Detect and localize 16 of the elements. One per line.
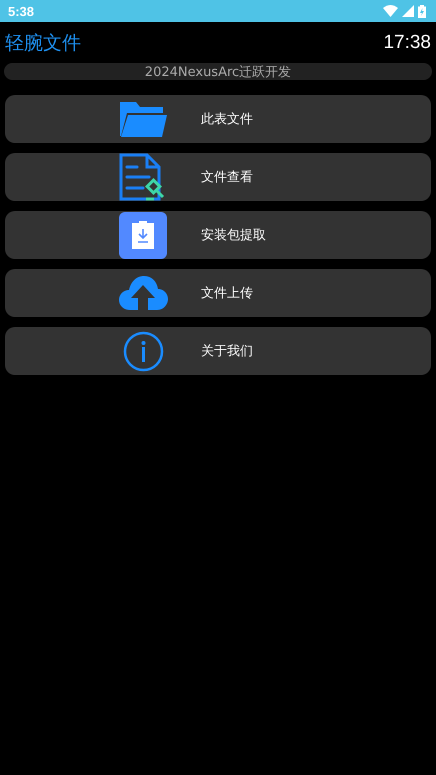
menu-button[interactable]: 文件上传 xyxy=(5,269,431,317)
folder-icon xyxy=(119,100,167,138)
cloud-upload-icon xyxy=(118,274,168,312)
wifi-icon xyxy=(383,5,398,17)
menu-button[interactable]: 关于我们 xyxy=(5,327,431,375)
menu-button[interactable]: 安装包提取 xyxy=(5,211,431,259)
clock: 17:38 xyxy=(383,32,431,54)
info-icon xyxy=(122,330,164,372)
clipboard-download-icon xyxy=(119,212,167,258)
app-title: 轻腕文件 xyxy=(5,31,81,56)
menu-button[interactable]: 文件查看 xyxy=(5,153,431,201)
battery-icon xyxy=(418,4,426,18)
menu-button[interactable]: 此表文件 xyxy=(5,95,431,143)
developer-banner: 2024NexusArc迁跃开发 xyxy=(4,63,432,80)
signal-icon xyxy=(402,5,414,17)
status-time: 5:38 xyxy=(8,4,34,18)
